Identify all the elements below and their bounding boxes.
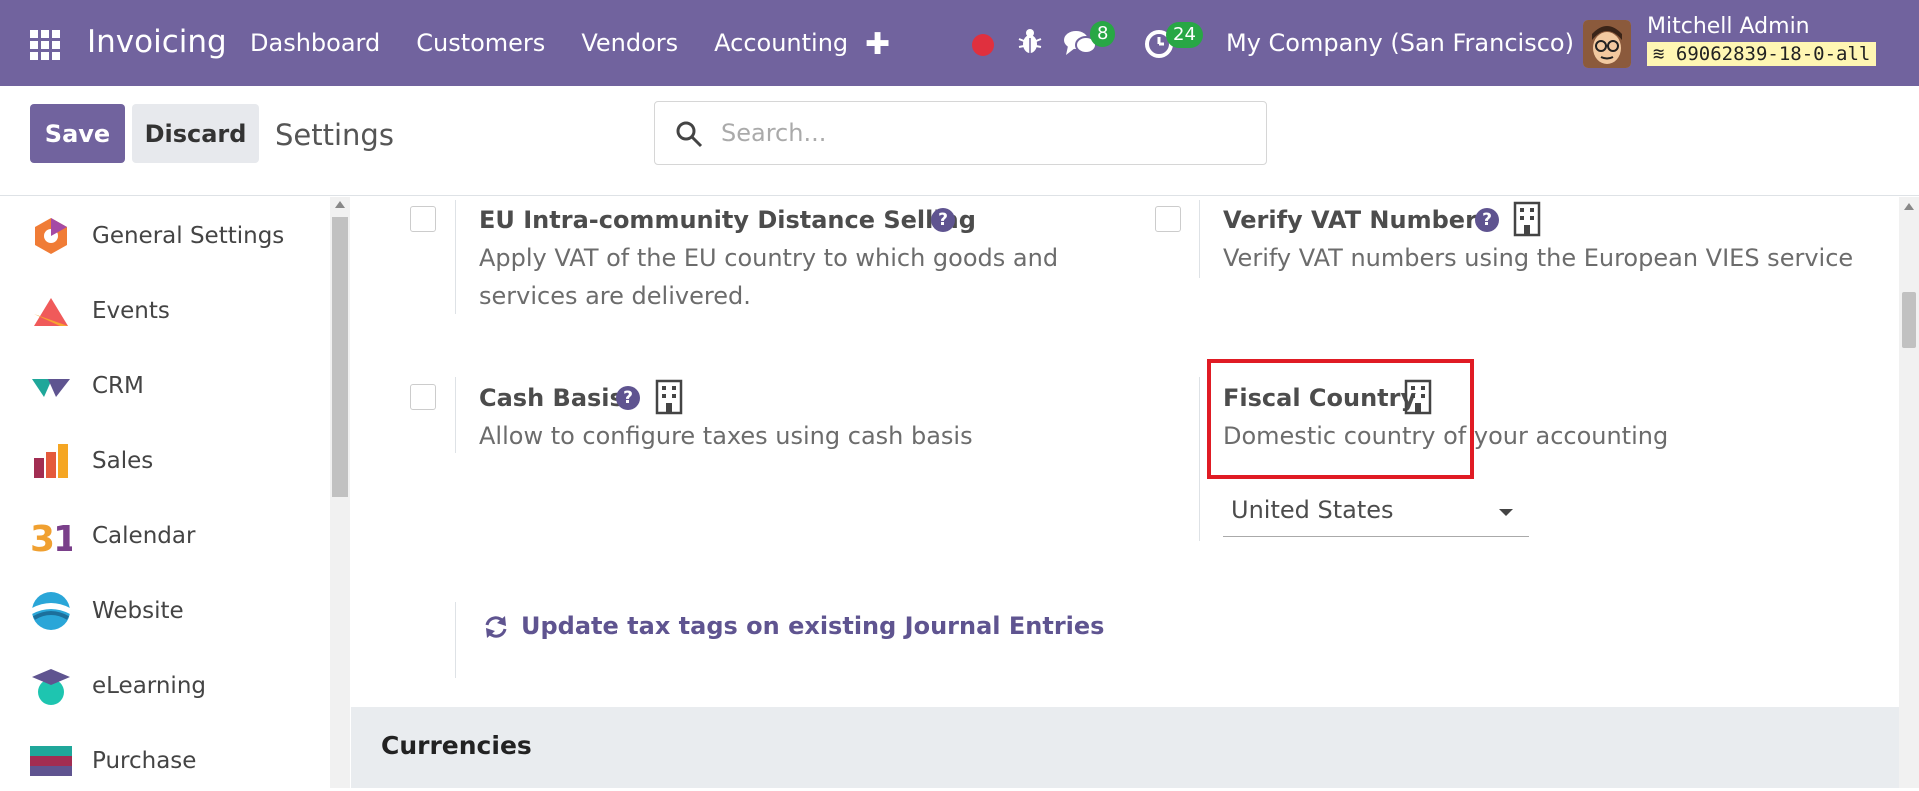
general-settings-icon <box>35 218 67 254</box>
highlight-box <box>1207 359 1474 479</box>
cash-basis-title: Cash Basis <box>479 384 624 412</box>
database-icon: ≋ <box>1653 43 1676 65</box>
divider <box>1199 377 1200 541</box>
divider <box>455 377 456 453</box>
fiscal-country-select[interactable]: United States <box>1223 487 1529 537</box>
settings-content: EU Intra-community Distance Selling ? Ap… <box>351 197 1899 788</box>
bug-icon[interactable] <box>1017 26 1043 56</box>
sidebar-item-label: Purchase <box>92 748 197 774</box>
scroll-up-arrow-icon[interactable] <box>1904 203 1914 210</box>
caret-down-icon <box>1499 509 1513 516</box>
svg-text:3: 3 <box>30 519 55 557</box>
help-icon[interactable]: ? <box>1475 208 1499 232</box>
record-icon[interactable] <box>972 34 994 56</box>
company-building-icon <box>655 379 683 415</box>
elearning-icon <box>32 669 70 705</box>
menu-vendors[interactable]: Vendors <box>581 29 678 57</box>
app-brand[interactable]: Invoicing <box>87 24 227 60</box>
calendar-icon: 3 1 <box>30 519 72 557</box>
help-icon[interactable]: ? <box>616 386 640 410</box>
page-title: Settings <box>275 118 394 152</box>
search-icon <box>676 121 703 148</box>
content-scrollbar[interactable] <box>1899 197 1919 788</box>
sidebar-item-label: eLearning <box>92 673 207 699</box>
eu-distance-selling-title: EU Intra-community Distance Selling <box>479 206 976 234</box>
company-building-icon <box>1513 201 1541 237</box>
save-button[interactable]: Save <box>30 104 125 163</box>
fiscal-country-value: United States <box>1231 496 1394 524</box>
crm-icon <box>32 379 70 397</box>
sidebar-item-label: Calendar <box>92 523 196 549</box>
sidebar-item-label: Website <box>92 598 184 624</box>
currencies-section-header: Currencies <box>351 707 1899 788</box>
database-name: 69062839-18-0-all <box>1675 43 1871 65</box>
top-navbar: Invoicing Dashboard Customers Vendors Ac… <box>0 0 1919 86</box>
sidebar-item-sales[interactable]: Sales <box>0 431 328 491</box>
discard-button[interactable]: Discard <box>132 104 259 163</box>
settings-sidebar: General Settings Events CRM Sales 3 1 Ca… <box>0 197 350 788</box>
content-scroll-thumb[interactable] <box>1902 292 1916 348</box>
apps-menu-icon[interactable] <box>30 30 64 60</box>
database-tag: ≋ 69062839-18-0-all <box>1647 42 1877 66</box>
sidebar-item-crm[interactable]: CRM <box>0 356 328 416</box>
refresh-icon <box>485 616 507 638</box>
sidebar-item-general-settings[interactable]: General Settings <box>0 206 328 266</box>
sidebar-item-calendar[interactable]: 3 1 Calendar <box>0 506 328 566</box>
events-icon <box>34 298 68 326</box>
control-panel: Save Discard Settings <box>0 86 1919 196</box>
divider <box>1199 200 1200 278</box>
purchase-icon <box>30 746 72 776</box>
company-switcher[interactable]: My Company (San Francisco) <box>1226 29 1574 57</box>
scroll-up-arrow-icon[interactable] <box>335 201 345 208</box>
eu-distance-selling-desc-line1: Apply VAT of the EU country to which goo… <box>479 244 1059 272</box>
sidebar-item-label: General Settings <box>92 223 285 249</box>
menu-accounting[interactable]: Accounting <box>714 29 848 57</box>
sidebar-scroll-thumb[interactable] <box>332 217 348 497</box>
sidebar-item-purchase[interactable]: Purchase <box>0 731 328 791</box>
verify-vat-checkbox[interactable] <box>1155 206 1181 232</box>
website-icon <box>32 592 70 630</box>
search-input[interactable] <box>721 116 1241 150</box>
sales-icon <box>34 444 68 478</box>
section-title: Currencies <box>381 731 532 760</box>
divider <box>455 200 456 314</box>
eu-distance-selling-checkbox[interactable] <box>410 206 436 232</box>
cash-basis-checkbox[interactable] <box>410 384 436 410</box>
activity-count-badge: 24 <box>1166 22 1203 48</box>
help-icon[interactable]: ? <box>931 208 955 232</box>
menu-dashboard[interactable]: Dashboard <box>250 29 380 57</box>
chat-count-badge: 8 <box>1090 21 1116 47</box>
verify-vat-desc: Verify VAT numbers using the European VI… <box>1223 244 1854 272</box>
sidebar-item-website[interactable]: Website <box>0 581 328 641</box>
plus-icon[interactable]: ✚ <box>865 27 890 62</box>
sidebar-item-events[interactable]: Events <box>0 281 328 341</box>
update-tax-tags-link[interactable]: Update tax tags on existing Journal Entr… <box>521 612 1104 640</box>
sidebar-item-label: Events <box>92 298 170 324</box>
user-name[interactable]: Mitchell Admin <box>1647 14 1810 39</box>
main-menu: Dashboard Customers Vendors Accounting <box>250 29 884 57</box>
cash-basis-desc: Allow to configure taxes using cash basi… <box>479 422 973 450</box>
eu-distance-selling-desc-line2: services are delivered. <box>479 282 751 310</box>
verify-vat-title: Verify VAT Numbers <box>1223 206 1492 234</box>
search-box[interactable] <box>654 101 1267 165</box>
svg-text:1: 1 <box>53 519 72 557</box>
sidebar-scrollbar[interactable] <box>330 197 350 788</box>
avatar[interactable] <box>1583 20 1631 68</box>
sidebar-item-label: CRM <box>92 373 144 399</box>
menu-customers[interactable]: Customers <box>416 29 545 57</box>
sidebar-item-elearning[interactable]: eLearning <box>0 656 328 716</box>
sidebar-item-label: Sales <box>92 448 154 474</box>
divider <box>455 602 456 678</box>
